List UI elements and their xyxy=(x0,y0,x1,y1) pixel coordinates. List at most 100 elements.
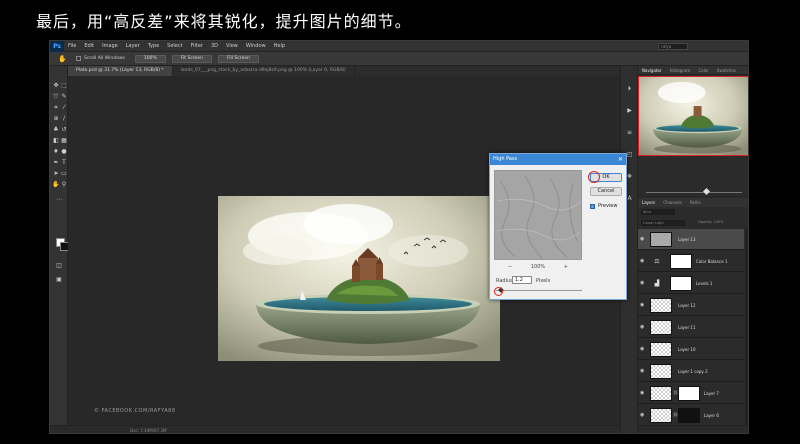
layers-scrollbar[interactable] xyxy=(745,228,748,425)
pen-tool-icon[interactable]: ✒ xyxy=(52,159,60,167)
zoom-tool-icon[interactable]: ⚲ xyxy=(60,181,68,189)
eye-icon[interactable]: ◉ xyxy=(640,346,646,352)
caption: 最后，用“高反差”来将其锐化，提升图片的细节。 xyxy=(36,12,412,31)
eye-icon[interactable]: ◉ xyxy=(640,280,646,286)
zoom-out-icon[interactable]: − xyxy=(508,264,512,270)
layer-row[interactable]: ◉ Layer 12 xyxy=(638,295,744,316)
tab-lands[interactable]: lands_07___png_stock_by_adastra-d9ej8s9.… xyxy=(172,66,355,76)
layer-row[interactable]: ◉ ▟ Levels 1 xyxy=(638,273,744,294)
radius-slider[interactable] xyxy=(496,287,582,293)
eye-icon[interactable]: ◉ xyxy=(640,302,646,308)
eye-icon[interactable]: ◉ xyxy=(640,368,646,374)
tab-channels[interactable]: Channels xyxy=(659,200,686,205)
hand-tool-icon[interactable]: ✋ xyxy=(58,55,68,63)
navigator-view-box[interactable] xyxy=(638,76,748,156)
menu-3d[interactable]: 3D xyxy=(211,43,218,49)
high-pass-preview-texture xyxy=(495,171,581,259)
blend-mode-select[interactable]: Linear Light xyxy=(641,220,685,226)
quick-select-icon[interactable]: ✎ xyxy=(60,93,68,101)
quick-mask-icon[interactable]: ◫ xyxy=(55,262,63,270)
layer-mask-thumbnail xyxy=(678,386,700,401)
layer-name: Layer 7 xyxy=(704,391,719,396)
menu-filter[interactable]: Filter xyxy=(191,43,203,49)
move-tool-icon[interactable]: ✥ xyxy=(52,82,60,90)
tab-swatches[interactable]: Swatches xyxy=(713,68,740,73)
tab-paths[interactable]: Paths xyxy=(686,200,705,205)
filter-preview[interactable] xyxy=(494,170,582,260)
type-tool-icon[interactable]: T xyxy=(60,159,68,167)
tab-histogram[interactable]: Histogram xyxy=(666,68,695,73)
scroll-all-checkbox[interactable] xyxy=(76,56,81,61)
gradient-icon[interactable]: ▦ xyxy=(60,137,68,145)
radius-input[interactable]: 1.2 xyxy=(512,276,532,284)
eyedropper-icon[interactable]: ⁄ xyxy=(60,104,68,112)
workspace-search[interactable]: rafya xyxy=(658,43,688,50)
eye-icon[interactable]: ◉ xyxy=(640,412,646,418)
menu-edit[interactable]: Edit xyxy=(84,43,94,49)
layer-row[interactable]: ◉ Layer 11 xyxy=(638,317,744,338)
layer-thumbnail xyxy=(650,342,672,357)
dialog-title: High Pass xyxy=(490,154,626,165)
eraser-icon[interactable]: ◧ xyxy=(52,137,60,145)
properties-panel-icon[interactable]: ≡ xyxy=(625,128,634,137)
menu-help[interactable]: Help xyxy=(274,43,285,49)
eye-icon[interactable]: ◉ xyxy=(640,324,646,330)
fit-screen-button[interactable]: Fit Screen xyxy=(171,54,212,63)
navigator-thumbnail[interactable] xyxy=(638,76,748,156)
marquee-tool-icon[interactable]: ⬚ xyxy=(60,82,68,90)
actions-panel-icon[interactable]: ▶ xyxy=(625,106,634,115)
menu-image[interactable]: Image xyxy=(102,43,118,49)
navigator-zoom-slider[interactable] xyxy=(646,187,742,196)
brush-tool-icon[interactable]: ∕ xyxy=(60,115,68,123)
blur-tool-icon[interactable]: ♦ xyxy=(52,148,60,156)
layer-row[interactable]: ◉ Layer 13 xyxy=(638,229,744,250)
eye-icon[interactable]: ◉ xyxy=(640,258,646,264)
tab-color[interactable]: Color xyxy=(694,68,712,73)
menu-layer[interactable]: Layer xyxy=(126,43,140,49)
preview-checkbox[interactable]: ✓ xyxy=(590,204,595,209)
island-plate-artwork xyxy=(218,196,500,361)
tab-plate[interactable]: Plate.psd @ 31.7% (Layer 13, RGB/8) * xyxy=(68,66,173,76)
crop-tool-icon[interactable]: ⌗ xyxy=(52,104,60,112)
menu-window[interactable]: Window xyxy=(246,43,266,49)
zoom-100-button[interactable]: 100% xyxy=(134,54,166,63)
close-icon[interactable]: ✕ xyxy=(618,154,623,165)
more-tools-icon[interactable]: ⋯ xyxy=(55,196,63,204)
layer-row[interactable]: ◉ ⛓ Layer 6 xyxy=(638,405,744,426)
menu-view[interactable]: View xyxy=(226,43,238,49)
menu-file[interactable]: File xyxy=(68,43,76,49)
layer-row[interactable]: ◉ ⚖ Color Balance 1 xyxy=(638,251,744,272)
color-balance-icon: ⚖ xyxy=(654,258,660,265)
dodge-tool-icon[interactable]: ● xyxy=(60,148,68,156)
layer-thumbnail xyxy=(650,408,672,423)
shape-tool-icon[interactable]: ▭ xyxy=(60,170,68,178)
tools-panel: ✥ ⬚ ➰ ✎ ⌗ ⁄ ⊕ ∕ ♣ ↺ ◧ ▦ ♦ ● ✒ T ➤ ▭ ✋ ⚲ … xyxy=(50,66,69,433)
navigator-zoom-knob[interactable] xyxy=(702,187,711,196)
lasso-tool-icon[interactable]: ➰ xyxy=(52,93,60,101)
clone-stamp-icon[interactable]: ♣ xyxy=(52,126,60,134)
tab-layers[interactable]: Layers xyxy=(638,200,659,205)
cancel-button[interactable]: Cancel xyxy=(590,187,622,196)
zoom-in-icon[interactable]: + xyxy=(564,264,568,270)
screen-mode-icon[interactable]: ▣ xyxy=(55,276,63,284)
tab-navigator[interactable]: Navigator xyxy=(638,68,666,73)
zoom-level: 100% xyxy=(530,264,546,270)
layer-row[interactable]: ◉ Layer 1 copy 2 xyxy=(638,361,744,382)
document-image[interactable] xyxy=(218,196,500,361)
menu-type[interactable]: Type xyxy=(148,43,159,49)
menu-select[interactable]: Select xyxy=(167,43,182,49)
path-select-icon[interactable]: ➤ xyxy=(52,170,60,178)
fill-screen-button[interactable]: Fill Screen xyxy=(217,54,259,63)
layer-row[interactable]: ◉ Layer 10 xyxy=(638,339,744,360)
layer-row[interactable]: ◉ ⛓ Layer 7 xyxy=(638,383,744,404)
healing-tool-icon[interactable]: ⊕ xyxy=(52,115,60,123)
history-panel-icon[interactable]: ⏵ xyxy=(625,84,634,93)
layer-name: Color Balance 1 xyxy=(696,259,728,264)
layer-filter-select[interactable]: Kind xyxy=(641,209,675,215)
layers-tabs: Layers Channels Paths xyxy=(638,198,748,207)
hand-icon[interactable]: ✋ xyxy=(52,181,60,189)
opacity-field[interactable]: Opacity: 100% xyxy=(698,220,724,224)
eye-icon[interactable]: ◉ xyxy=(640,236,646,242)
history-brush-icon[interactable]: ↺ xyxy=(60,126,68,134)
eye-icon[interactable]: ◉ xyxy=(640,390,646,396)
